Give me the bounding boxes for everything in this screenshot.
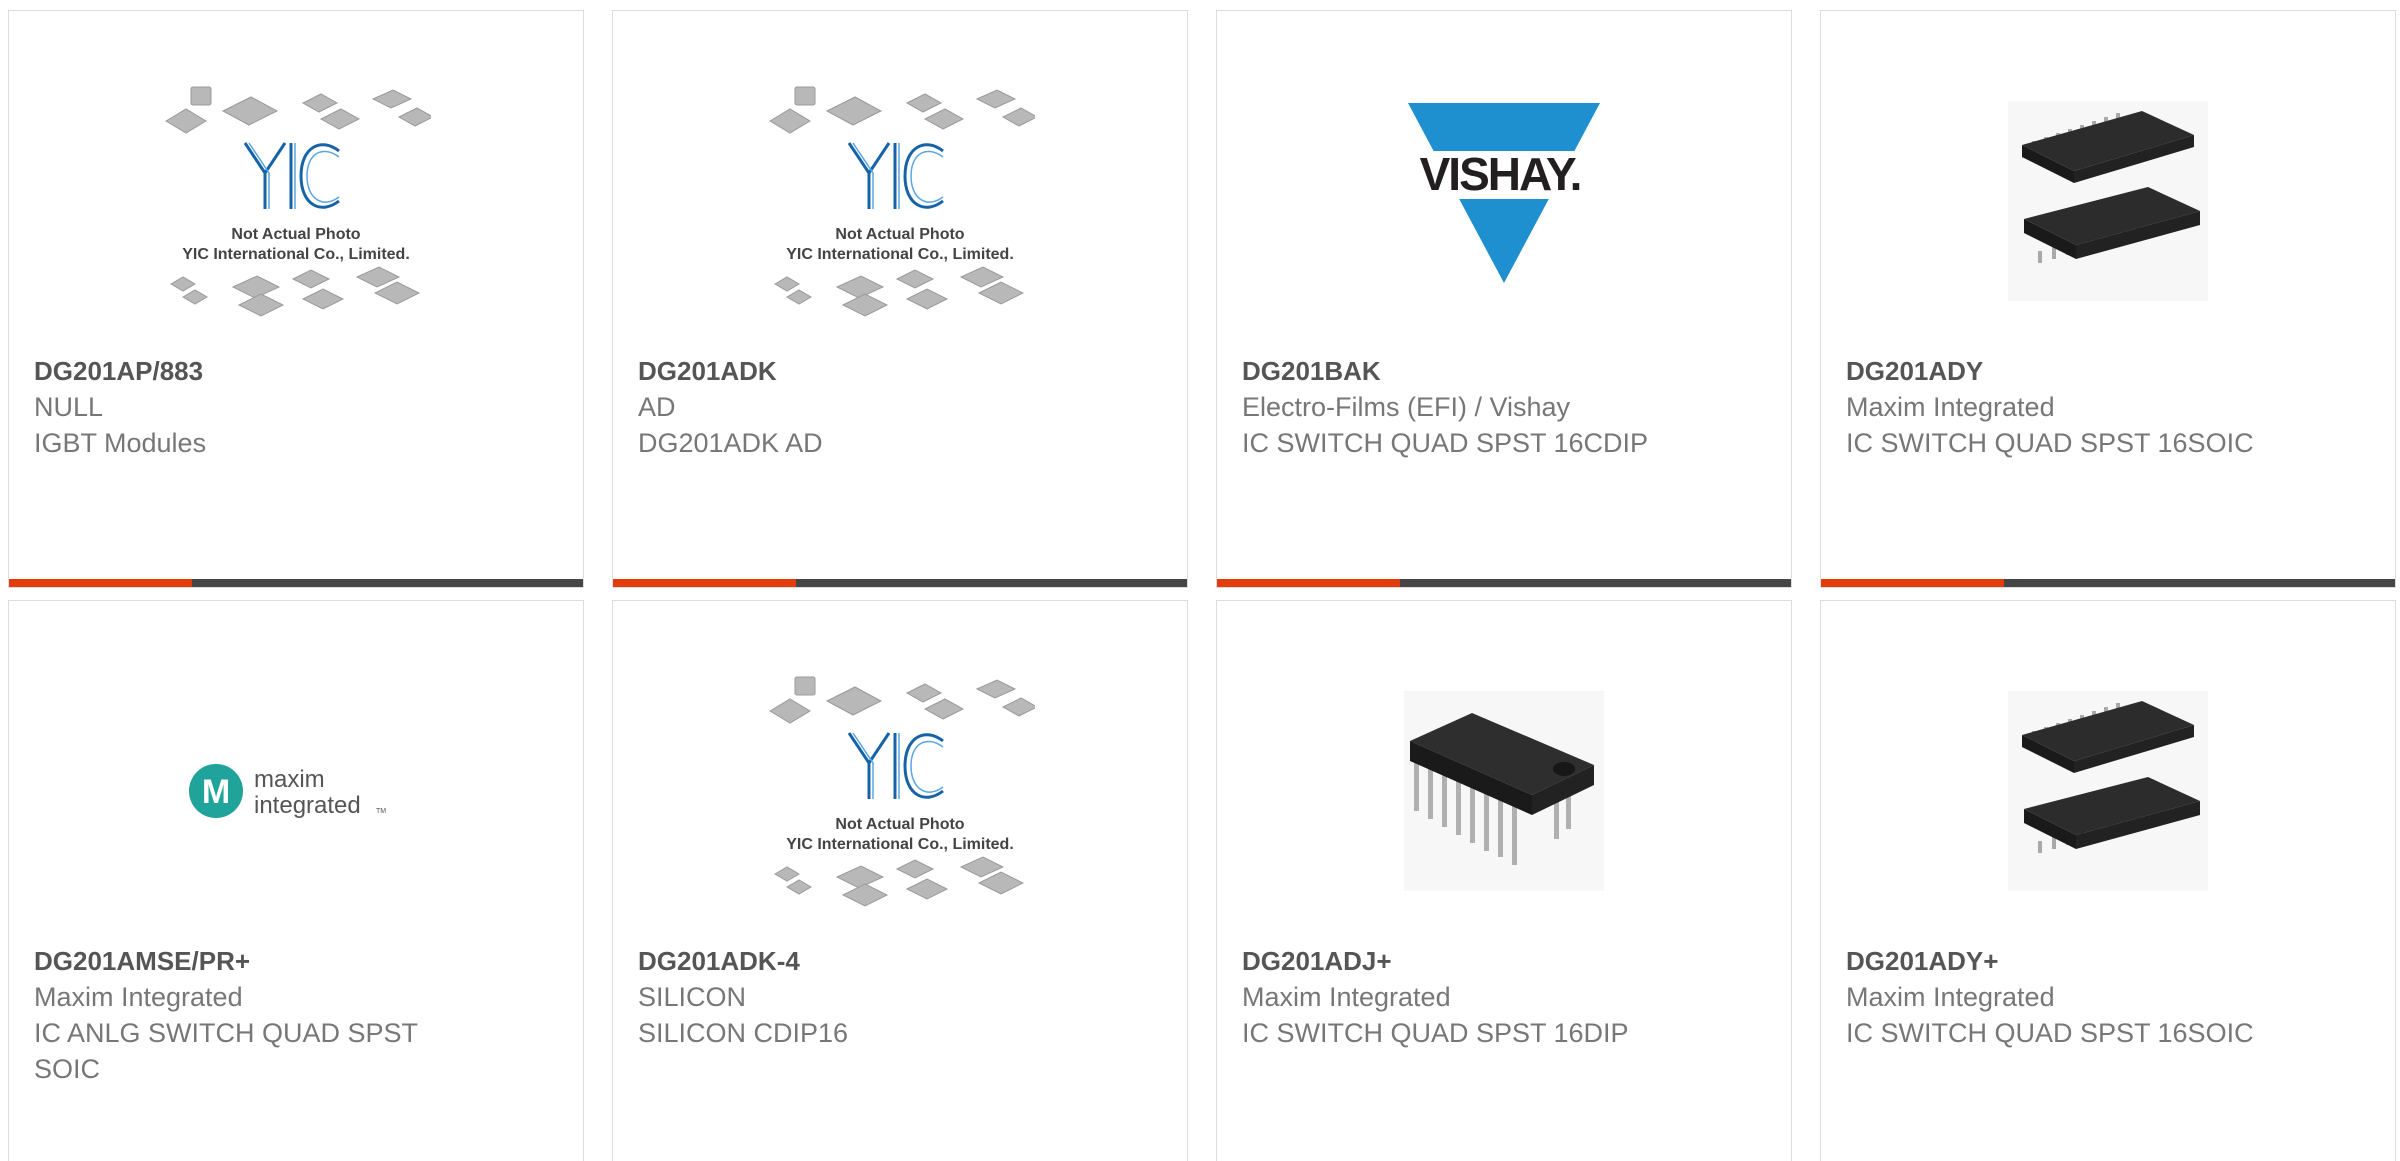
part-number-link[interactable]: DG201ADK <box>638 353 1162 389</box>
dip-chip-photo <box>1404 691 1604 891</box>
product-card[interactable]: DG201ADY Maxim Integrated IC SWITCH QUAD… <box>1820 10 2396 588</box>
product-card[interactable]: Not Actual Photo YIC International Co., … <box>612 10 1188 588</box>
description-label: DG201ADK AD <box>638 428 823 458</box>
product-image[interactable] <box>1217 661 1791 921</box>
part-number-link[interactable]: DG201ADK-4 <box>638 943 1162 979</box>
product-image[interactable] <box>1821 661 2395 921</box>
manufacturer-label: SILICON <box>638 982 747 1012</box>
part-number-link[interactable]: DG201BAK <box>1242 353 1766 389</box>
card-footer-bar <box>9 579 583 587</box>
description-label: IC SWITCH QUAD SPST 16DIP <box>1242 1018 1629 1048</box>
product-card[interactable]: M maxim integrated TM DG201AMSE/PR+ Maxi… <box>8 600 584 1161</box>
product-card[interactable]: Not Actual Photo YIC International Co., … <box>8 10 584 588</box>
soic-chip-photo <box>2008 101 2208 301</box>
product-info: DG201BAK Electro-Films (EFI) / Vishay IC… <box>1242 353 1766 461</box>
part-number-link[interactable]: DG201ADY+ <box>1846 943 2370 979</box>
placeholder-line2: YIC International Co., Limited. <box>786 246 1014 263</box>
manufacturer-label: Maxim Integrated <box>1846 392 2055 422</box>
description-label: IC SWITCH QUAD SPST 16CDIP <box>1242 428 1649 458</box>
product-info: DG201ADY Maxim Integrated IC SWITCH QUAD… <box>1846 353 2370 461</box>
placeholder-line1: Not Actual Photo <box>835 816 964 833</box>
manufacturer-label: NULL <box>34 392 104 422</box>
product-grid: Not Actual Photo YIC International Co., … <box>0 0 2400 1161</box>
card-accent-bar <box>1217 579 1400 587</box>
placeholder-line1: Not Actual Photo <box>835 226 964 243</box>
placeholder-line2: YIC International Co., Limited. <box>182 246 410 263</box>
maxim-logo-line2: integrated <box>254 792 361 819</box>
product-card[interactable]: DG201ADJ+ Maxim Integrated IC SWITCH QUA… <box>1216 600 1792 1161</box>
yic-placeholder-image: Not Actual Photo YIC International Co., … <box>769 86 1035 317</box>
product-info: DG201ADJ+ Maxim Integrated IC SWITCH QUA… <box>1242 943 1766 1051</box>
product-info: DG201ADK AD DG201ADK AD <box>638 353 1162 461</box>
product-image[interactable]: Not Actual Photo YIC International Co., … <box>613 71 1187 331</box>
part-number-link[interactable]: DG201ADY <box>1846 353 2370 389</box>
product-card[interactable]: DG201ADY+ Maxim Integrated IC SWITCH QUA… <box>1820 600 2396 1161</box>
card-accent-bar <box>9 579 192 587</box>
manufacturer-label: Maxim Integrated <box>1846 982 2055 1012</box>
card-accent-bar <box>1821 579 2004 587</box>
product-image[interactable]: Not Actual Photo YIC International Co., … <box>613 661 1187 921</box>
maxim-integrated-logo: M maxim integrated TM <box>189 764 386 819</box>
product-info: DG201AP/883 NULL IGBT Modules <box>34 353 558 461</box>
card-footer-bar <box>1217 579 1791 587</box>
product-info: DG201ADK-4 SILICON SILICON CDIP16 <box>638 943 1162 1051</box>
yic-placeholder-image: Not Actual Photo YIC International Co., … <box>769 676 1035 907</box>
placeholder-line2: YIC International Co., Limited. <box>786 836 1014 853</box>
soic-chip-photo <box>2008 691 2208 891</box>
yic-placeholder-image: Not Actual Photo YIC International Co., … <box>165 86 431 317</box>
card-footer-bar <box>613 579 1187 587</box>
product-image[interactable]: M maxim integrated TM <box>9 661 583 921</box>
manufacturer-label: AD <box>638 392 676 422</box>
part-number-link[interactable]: DG201ADJ+ <box>1242 943 1766 979</box>
description-label: IC SWITCH QUAD SPST 16SOIC <box>1846 1018 2254 1048</box>
product-image[interactable]: Not Actual Photo YIC International Co., … <box>9 71 583 331</box>
maxim-logo-tm: TM <box>376 808 386 815</box>
card-footer-bar <box>1821 579 2395 587</box>
part-number-link[interactable]: DG201AMSE/PR+ <box>34 943 558 979</box>
svg-text:M: M <box>202 773 230 811</box>
description-label: IC SWITCH QUAD SPST 16SOIC <box>1846 428 2254 458</box>
description-label: SILICON CDIP16 <box>638 1018 849 1048</box>
card-accent-bar <box>613 579 796 587</box>
product-image[interactable]: VISHAY. <box>1217 71 1791 331</box>
vishay-logo: VISHAY. <box>1404 103 1604 283</box>
manufacturer-label: Maxim Integrated <box>34 982 243 1012</box>
manufacturer-label: Electro-Films (EFI) / Vishay <box>1242 392 1571 422</box>
product-card[interactable]: Not Actual Photo YIC International Co., … <box>612 600 1188 1161</box>
description-label: IC ANLG SWITCH QUAD SPST SOIC <box>34 1018 418 1084</box>
part-number-link[interactable]: DG201AP/883 <box>34 353 558 389</box>
manufacturer-label: Maxim Integrated <box>1242 982 1451 1012</box>
product-info: DG201AMSE/PR+ Maxim Integrated IC ANLG S… <box>34 943 558 1087</box>
maxim-logo-line1: maxim <box>254 766 325 793</box>
placeholder-line1: Not Actual Photo <box>231 226 360 243</box>
description-label: IGBT Modules <box>34 428 207 458</box>
product-card[interactable]: VISHAY. DG201BAK Electro-Films (EFI) / V… <box>1216 10 1792 588</box>
product-image[interactable] <box>1821 71 2395 331</box>
vishay-logo-text: VISHAY. <box>1420 148 1581 200</box>
product-info: DG201ADY+ Maxim Integrated IC SWITCH QUA… <box>1846 943 2370 1051</box>
